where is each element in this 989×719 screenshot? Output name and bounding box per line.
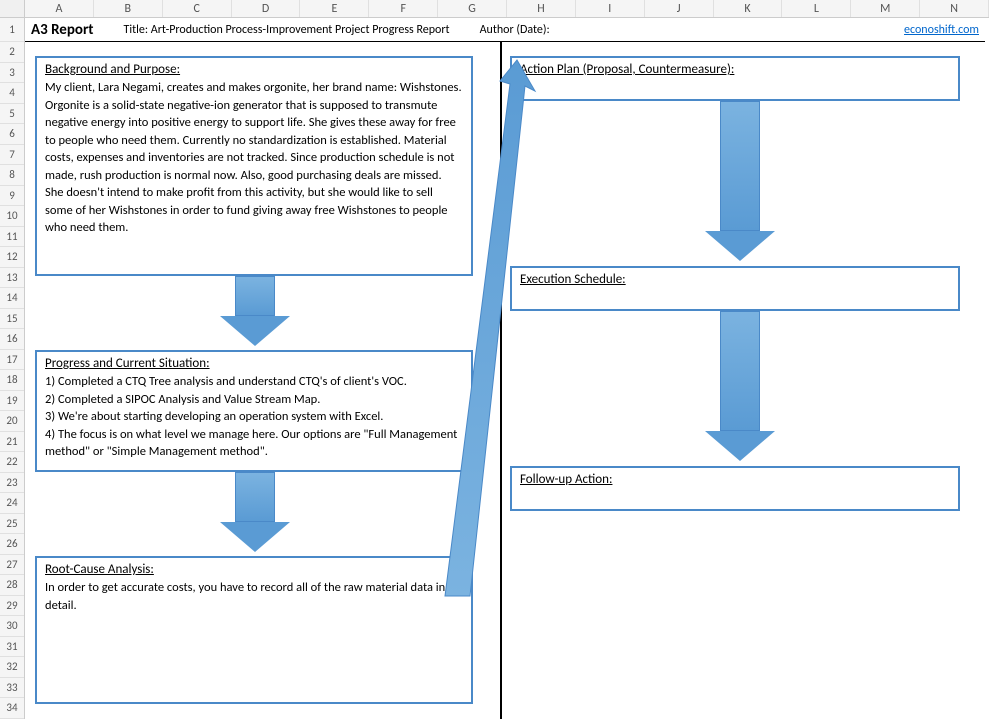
row-header[interactable]: 32: [0, 657, 24, 678]
center-divider: [500, 42, 502, 719]
rootcause-body: In order to get accurate costs, you have…: [45, 579, 463, 614]
row-header[interactable]: 29: [0, 596, 24, 617]
row-header[interactable]: 15: [0, 309, 24, 330]
background-title: Background and Purpose:: [45, 62, 463, 77]
arrow-down-icon: [235, 276, 275, 346]
row-header[interactable]: 21: [0, 432, 24, 453]
row-header[interactable]: 11: [0, 227, 24, 248]
report-title: A3 Report: [31, 21, 94, 39]
row-header[interactable]: 28: [0, 575, 24, 596]
row-header[interactable]: 12: [0, 247, 24, 268]
arrow-down-icon: [235, 472, 275, 552]
row-header[interactable]: 16: [0, 329, 24, 350]
col-header[interactable]: C: [163, 0, 232, 17]
row-header[interactable]: 2: [0, 42, 24, 63]
progress-box[interactable]: Progress and Current Situation: 1) Compl…: [35, 350, 473, 472]
row-header[interactable]: 7: [0, 145, 24, 166]
row-header[interactable]: 9: [0, 186, 24, 207]
col-header[interactable]: G: [438, 0, 507, 17]
row-header[interactable]: 26: [0, 534, 24, 555]
worksheet[interactable]: A3 Report Title: Art-Production Process-…: [25, 18, 989, 719]
row-header[interactable]: 25: [0, 514, 24, 535]
col-header[interactable]: A: [25, 0, 94, 17]
col-header[interactable]: L: [782, 0, 851, 17]
progress-body: 1) Completed a CTQ Tree analysis and und…: [45, 373, 463, 461]
col-header[interactable]: D: [232, 0, 301, 17]
row-header[interactable]: 1: [0, 18, 24, 42]
col-header[interactable]: K: [714, 0, 783, 17]
row-header[interactable]: 10: [0, 206, 24, 227]
row-header[interactable]: 27: [0, 555, 24, 576]
col-header[interactable]: E: [300, 0, 369, 17]
col-header[interactable]: N: [920, 0, 989, 17]
row-header[interactable]: 13: [0, 268, 24, 289]
col-header[interactable]: I: [576, 0, 645, 17]
row-header[interactable]: 3: [0, 63, 24, 84]
title-row: A3 Report Title: Art-Production Process-…: [25, 18, 985, 42]
row-headers: 1 2 3 4 5 6 7 8 9 10 11 12 13 14 15 16 1…: [0, 18, 25, 719]
row-header[interactable]: 19: [0, 391, 24, 412]
rootcause-box[interactable]: Root-Cause Analysis: In order to get acc…: [35, 556, 473, 704]
row-header[interactable]: 5: [0, 104, 24, 125]
col-header[interactable]: H: [507, 0, 576, 17]
progress-title: Progress and Current Situation:: [45, 356, 463, 371]
sheet-corner[interactable]: [0, 0, 25, 18]
author-label: Author (Date):: [480, 23, 550, 37]
followup-title: Follow-up Action:: [520, 472, 950, 487]
row-header[interactable]: 31: [0, 637, 24, 658]
column-headers: A B C D E F G H I J K L M N: [25, 0, 989, 18]
col-header[interactable]: B: [94, 0, 163, 17]
execution-box[interactable]: Execution Schedule:: [510, 266, 960, 311]
row-header[interactable]: 18: [0, 370, 24, 391]
action-title: Action Plan (Proposal, Countermeasure):: [520, 62, 950, 77]
row-header[interactable]: 20: [0, 411, 24, 432]
col-header[interactable]: F: [369, 0, 438, 17]
row-header[interactable]: 30: [0, 616, 24, 637]
execution-title: Execution Schedule:: [520, 272, 950, 287]
action-box[interactable]: Action Plan (Proposal, Countermeasure):: [510, 56, 960, 101]
col-header[interactable]: J: [645, 0, 714, 17]
background-box[interactable]: Background and Purpose: My client, Lara …: [35, 56, 473, 276]
row-header[interactable]: 23: [0, 473, 24, 494]
row-header[interactable]: 4: [0, 83, 24, 104]
arrow-down-icon: [720, 311, 760, 461]
rootcause-title: Root-Cause Analysis:: [45, 562, 463, 577]
row-header[interactable]: 8: [0, 165, 24, 186]
background-body: My client, Lara Negami, creates and make…: [45, 79, 463, 237]
report-subtitle: Title: Art-Production Process-Improvemen…: [124, 23, 450, 37]
row-header[interactable]: 34: [0, 698, 24, 719]
col-header[interactable]: M: [851, 0, 920, 17]
row-header[interactable]: 24: [0, 493, 24, 514]
followup-box[interactable]: Follow-up Action:: [510, 466, 960, 511]
row-header[interactable]: 6: [0, 124, 24, 145]
arrow-down-icon: [720, 101, 760, 261]
row-header[interactable]: 22: [0, 452, 24, 473]
row-header[interactable]: 14: [0, 288, 24, 309]
row-header[interactable]: 33: [0, 678, 24, 699]
row-header[interactable]: 17: [0, 350, 24, 371]
econoshift-link[interactable]: econoshift.com: [904, 23, 979, 37]
